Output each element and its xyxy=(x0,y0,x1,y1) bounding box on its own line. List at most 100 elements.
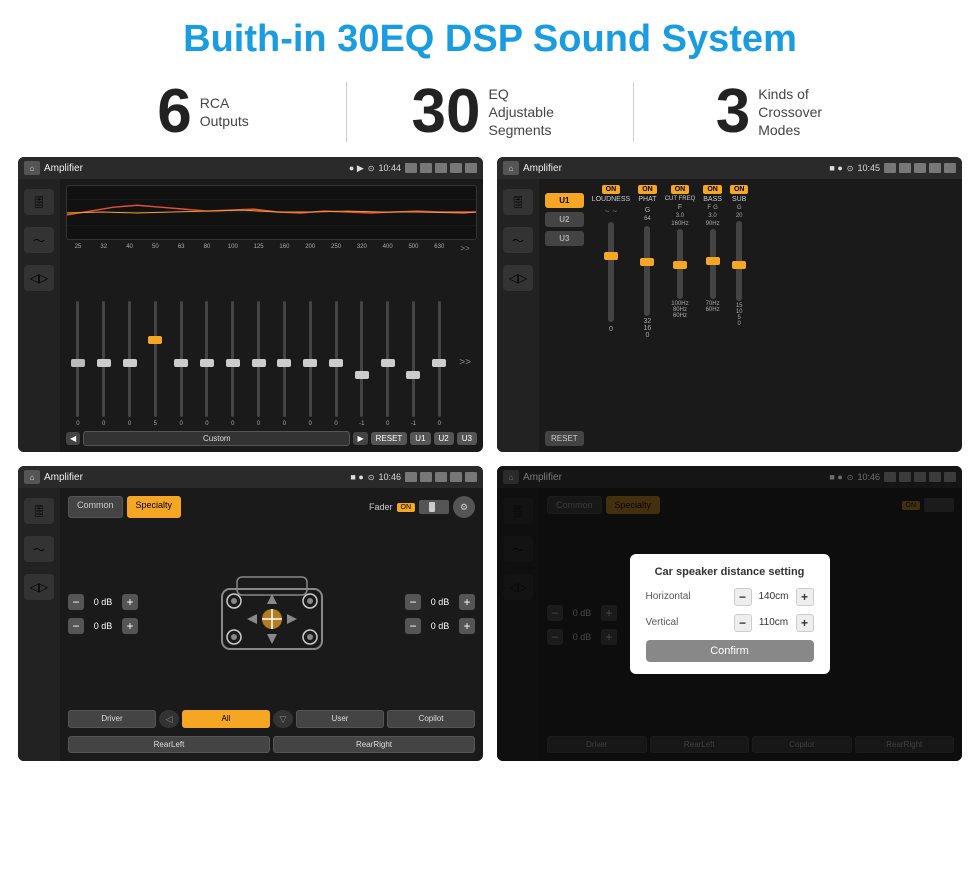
eq-slider-1[interactable]: 0 xyxy=(92,297,116,427)
crossover-u1-button[interactable]: U1 xyxy=(545,193,584,208)
vol-plus-right-2[interactable]: + xyxy=(459,618,475,634)
horizontal-minus-button[interactable]: − xyxy=(734,588,752,606)
phat-slider[interactable] xyxy=(644,226,650,316)
crossover-u3-button[interactable]: U3 xyxy=(545,231,584,246)
eq-speaker-icon[interactable]: ◁▷ xyxy=(24,265,54,291)
cutfreq-slider[interactable] xyxy=(677,229,683,299)
eq-prev-button[interactable]: ◀ xyxy=(66,432,80,445)
fader-settings-icon[interactable]: ⚙ xyxy=(453,496,475,518)
eq-content: 25 32 40 50 63 80 100 125 160 200 250 32… xyxy=(60,179,483,452)
phat-label: PHAT xyxy=(638,196,656,203)
eq-tune-icon[interactable]: 🎚 xyxy=(24,189,54,215)
crossover-wave-icon[interactable]: 〜 xyxy=(503,227,533,253)
eq-next-button[interactable]: ▶ xyxy=(353,432,367,445)
eq-slider-2[interactable]: 0 xyxy=(118,297,142,427)
copilot-button[interactable]: Copilot xyxy=(387,710,475,728)
left-arrow-icon[interactable]: ◁ xyxy=(159,710,179,728)
home-icon[interactable]: ⌂ xyxy=(24,161,40,175)
vol-plus-left-1[interactable]: + xyxy=(122,594,138,610)
vertical-controls: − 110cm + xyxy=(734,614,814,632)
eq-slider-6[interactable]: 0 xyxy=(221,297,245,427)
crossover-home-icon[interactable]: ⌂ xyxy=(503,161,519,175)
vol-row-left-1: − 0 dB + xyxy=(68,594,138,610)
more-sliders-icon[interactable]: >> xyxy=(453,297,477,427)
eq-slider-0[interactable]: 0 xyxy=(66,297,90,427)
back-icon[interactable] xyxy=(465,163,477,173)
fader-common-tab[interactable]: Common xyxy=(68,496,123,518)
sub-slider[interactable] xyxy=(736,221,742,301)
rearleft-button[interactable]: RearLeft xyxy=(68,736,270,753)
eq-u1-button[interactable]: U1 xyxy=(410,432,430,445)
phat-on-badge[interactable]: ON xyxy=(638,185,657,194)
eq-preset-custom[interactable]: Custom xyxy=(83,431,350,446)
volume-icon xyxy=(420,163,432,173)
crossover-speaker-icon[interactable]: ◁▷ xyxy=(503,265,533,291)
eq-reset-button[interactable]: RESET xyxy=(371,432,408,445)
fader-back-icon[interactable] xyxy=(465,472,477,482)
eq-track-6 xyxy=(231,301,234,417)
fader-tune-icon[interactable]: 🎚 xyxy=(24,498,54,524)
eq-slider-12[interactable]: 0 xyxy=(376,297,400,427)
vol-value-right-1: 0 dB xyxy=(425,597,455,607)
all-button[interactable]: All xyxy=(182,710,270,728)
eq-slider-11[interactable]: -1 xyxy=(350,297,374,427)
crossover-reset-button[interactable]: RESET xyxy=(545,431,584,446)
loudness-slider[interactable] xyxy=(608,222,614,322)
eq-slider-8[interactable]: 0 xyxy=(273,297,297,427)
fader-speaker-icon[interactable]: ◁▷ xyxy=(24,574,54,600)
fader-specialty-tab[interactable]: Specialty xyxy=(127,496,182,518)
eq-slider-10[interactable]: 0 xyxy=(324,297,348,427)
eq-screen-title: Amplifier xyxy=(44,163,345,174)
fader-camera-icon xyxy=(405,472,417,482)
fader-battery-icon xyxy=(450,472,462,482)
eq-track-5 xyxy=(205,301,208,417)
eq-slider-9[interactable]: 0 xyxy=(298,297,322,427)
eq-slider-3[interactable]: 5 xyxy=(143,297,167,427)
distance-dialog: Car speaker distance setting Horizontal … xyxy=(630,554,830,674)
horizontal-plus-button[interactable]: + xyxy=(796,588,814,606)
fader-slider-mini[interactable] xyxy=(419,500,449,514)
confirm-button[interactable]: Confirm xyxy=(646,640,814,662)
vertical-plus-button[interactable]: + xyxy=(796,614,814,632)
eq-slider-13[interactable]: -1 xyxy=(402,297,426,427)
freq-label-13: 500 xyxy=(402,244,426,253)
cutfreq-on-badge[interactable]: ON xyxy=(671,185,690,194)
down-arrow-icon[interactable]: ▽ xyxy=(273,710,293,728)
eq-wave-icon[interactable]: 〜 xyxy=(24,227,54,253)
user-button[interactable]: User xyxy=(296,710,384,728)
vertical-minus-button[interactable]: − xyxy=(734,614,752,632)
vol-plus-right-1[interactable]: + xyxy=(459,594,475,610)
eq-slider-4[interactable]: 0 xyxy=(169,297,193,427)
crossover-controls: ON LOUDNESS ~ ~ 0 xyxy=(592,185,956,446)
crossover-u2-button[interactable]: U2 xyxy=(545,212,584,227)
sub-on-badge[interactable]: ON xyxy=(730,185,749,194)
crossover-tune-icon[interactable]: 🎚 xyxy=(503,189,533,215)
bass-slider[interactable] xyxy=(710,229,716,299)
bass-on-badge[interactable]: ON xyxy=(703,185,722,194)
vol-value-right-2: 0 dB xyxy=(425,621,455,631)
vol-minus-right-2[interactable]: − xyxy=(405,618,421,634)
loudness-on-badge[interactable]: ON xyxy=(602,185,621,194)
freq-label-2: 40 xyxy=(118,244,142,253)
vol-minus-left-1[interactable]: − xyxy=(68,594,84,610)
vol-minus-right-1[interactable]: − xyxy=(405,594,421,610)
eq-slider-5[interactable]: 0 xyxy=(195,297,219,427)
more-icon[interactable]: >> xyxy=(453,244,477,253)
driver-button[interactable]: Driver xyxy=(68,710,156,728)
eq-slider-14[interactable]: 0 xyxy=(427,297,451,427)
eq-u3-button[interactable]: U3 xyxy=(457,432,477,445)
fader-volume-icon xyxy=(420,472,432,482)
eq-side-controls: 🎚 〜 ◁▷ xyxy=(18,179,60,452)
crossover-back-icon[interactable] xyxy=(944,163,956,173)
rearright-button[interactable]: RearRight xyxy=(273,736,475,753)
fader-on-badge[interactable]: ON xyxy=(397,503,416,512)
fader-wave-icon[interactable]: 〜 xyxy=(24,536,54,562)
fader-status-bar: ⌂ Amplifier ■ ● ⊙ 10:46 xyxy=(18,466,483,488)
eq-u2-button[interactable]: U2 xyxy=(434,432,454,445)
vol-minus-left-2[interactable]: − xyxy=(68,618,84,634)
fader-home-icon[interactable]: ⌂ xyxy=(24,470,40,484)
fader-time: 10:46 xyxy=(378,472,401,482)
eq-slider-7[interactable]: 0 xyxy=(247,297,271,427)
vol-plus-left-2[interactable]: + xyxy=(122,618,138,634)
dialog-screen-card: ⌂ Amplifier ■ ● ⊙ 10:46 🎚 〜 ◁▷ Common xyxy=(497,466,962,761)
